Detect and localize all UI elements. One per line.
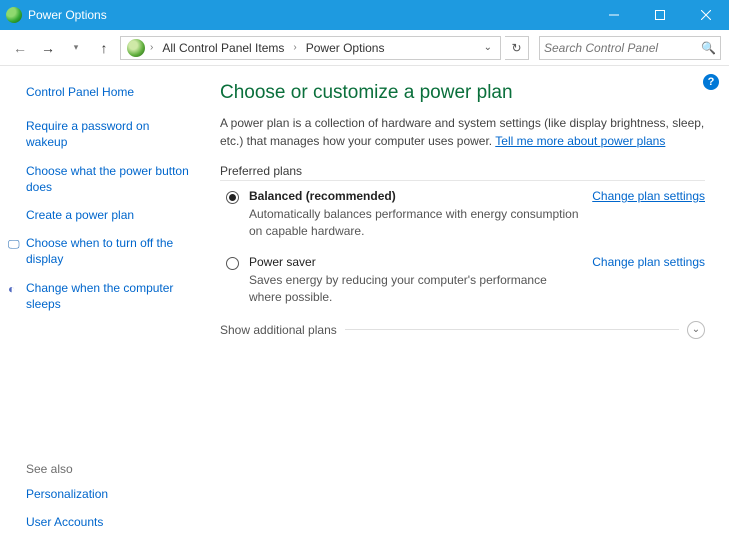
learn-more-link[interactable]: Tell me more about power plans <box>495 134 665 148</box>
breadcrumb-seg-power-options[interactable]: Power Options <box>300 39 391 57</box>
sidebar-link-require-password[interactable]: Require a password on wakeup <box>26 118 194 150</box>
search-box[interactable]: 🔍 <box>539 36 721 60</box>
help-button[interactable]: ? <box>703 74 719 90</box>
show-additional-plans[interactable]: Show additional plans ⌄ <box>220 321 705 339</box>
up-button[interactable]: ↑ <box>92 36 116 60</box>
search-icon[interactable]: 🔍 <box>701 41 716 55</box>
breadcrumb-seg-all-items[interactable]: All Control Panel Items <box>156 39 290 57</box>
main-content: Choose or customize a power plan A power… <box>208 66 729 556</box>
see-also-heading: See also <box>26 462 194 476</box>
plan-title: Balanced (recommended) <box>249 189 580 203</box>
control-panel-icon <box>127 39 145 57</box>
sidebar-link-create-plan[interactable]: Create a power plan <box>26 207 194 223</box>
forward-button[interactable]: → <box>36 36 60 60</box>
search-input[interactable] <box>544 41 701 55</box>
radio-balanced[interactable] <box>226 191 239 204</box>
divider <box>345 329 679 330</box>
page-title: Choose or customize a power plan <box>220 82 705 104</box>
monitor-icon: 🖵 <box>8 237 22 251</box>
see-also-personalization[interactable]: Personalization <box>26 486 194 502</box>
plan-desc: Automatically balances performance with … <box>249 206 580 241</box>
breadcrumb-dropdown-icon[interactable]: ⌄ <box>480 42 496 53</box>
see-also-user-accounts[interactable]: User Accounts <box>26 514 194 530</box>
sidebar-link-power-button[interactable]: Choose what the power button does <box>26 163 194 195</box>
intro-text: A power plan is a collection of hardware… <box>220 114 705 150</box>
see-also-section: See also Personalization User Accounts <box>26 462 194 546</box>
control-panel-home-link[interactable]: Control Panel Home <box>26 84 194 100</box>
maximize-button[interactable] <box>637 0 683 30</box>
expander-label: Show additional plans <box>220 323 337 337</box>
chevron-down-icon: ⌄ <box>687 321 705 339</box>
radio-dot <box>229 194 236 201</box>
nav-toolbar: ← → ▾ ↑ › All Control Panel Items › Powe… <box>0 30 729 66</box>
moon-icon: ◐ <box>8 282 22 296</box>
sidebar: Control Panel Home Require a password on… <box>0 66 208 556</box>
radio-power-saver[interactable] <box>226 257 239 270</box>
breadcrumb-bar[interactable]: › All Control Panel Items › Power Option… <box>120 36 501 60</box>
plan-title: Power saver <box>249 255 580 269</box>
chevron-right-icon: › <box>149 42 154 53</box>
chevron-right-icon: › <box>292 42 297 53</box>
sidebar-link-display-off[interactable]: Choose when to turn off the display <box>26 235 194 267</box>
preferred-plans-label: Preferred plans <box>220 164 705 181</box>
refresh-button[interactable]: ↻ <box>505 36 529 60</box>
recent-dd[interactable]: ▾ <box>64 36 88 60</box>
change-plan-settings-balanced[interactable]: Change plan settings <box>592 189 705 203</box>
plan-power-saver: Power saver Saves energy by reducing you… <box>226 255 705 307</box>
minimize-button[interactable] <box>591 0 637 30</box>
back-button[interactable]: ← <box>8 36 32 60</box>
app-icon <box>6 7 22 23</box>
sidebar-link-sleep[interactable]: Change when the computer sleeps <box>26 280 194 312</box>
change-plan-settings-power-saver[interactable]: Change plan settings <box>592 255 705 269</box>
plan-desc: Saves energy by reducing your computer's… <box>249 272 580 307</box>
close-button[interactable] <box>683 0 729 30</box>
plan-balanced: Balanced (recommended) Automatically bal… <box>226 189 705 241</box>
title-bar: Power Options <box>0 0 729 30</box>
window-title: Power Options <box>28 8 591 22</box>
